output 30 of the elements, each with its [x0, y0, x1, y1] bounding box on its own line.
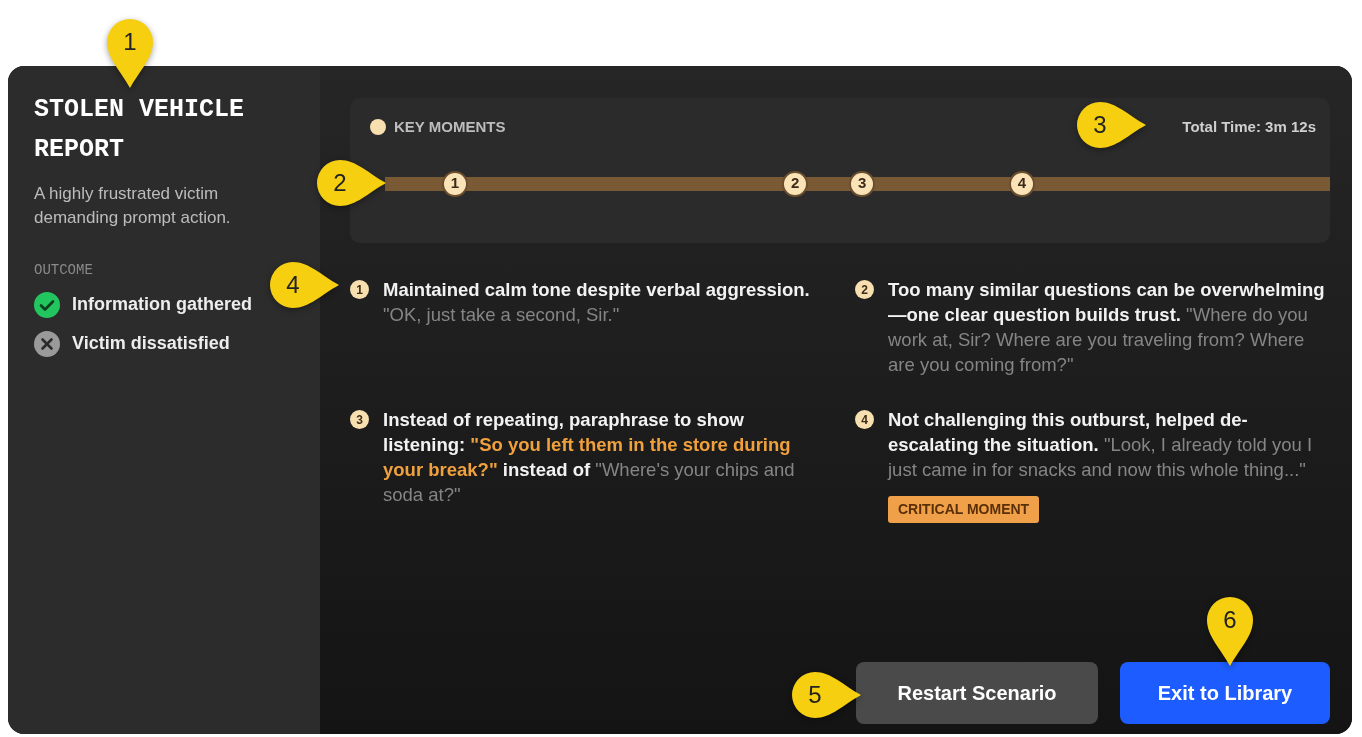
cross-icon	[34, 330, 60, 357]
moment-number: 1	[350, 280, 369, 299]
moment-number: 2	[855, 280, 874, 299]
callout-pin: 1	[106, 18, 154, 90]
moment-number: 3	[350, 410, 369, 429]
total-time: Total Time: 3m 12s	[1182, 117, 1316, 137]
check-icon	[34, 291, 60, 318]
timeline-marker[interactable]: 4	[1008, 170, 1035, 197]
moment-note: Too many similar questions can be overwhelming—one clear question builds trust. "Where do you work at, Sir? Where are you traveling from? Where are you coming from?"	[888, 278, 1326, 377]
critical-badge: CRITICAL MOMENT	[888, 496, 1040, 523]
outcome-label: Information gathered	[72, 293, 252, 316]
restart-button[interactable]: Restart Scenario	[856, 662, 1098, 724]
timeline-marker[interactable]: 3	[849, 170, 876, 197]
timeline-marker[interactable]: 2	[782, 170, 809, 197]
exit-button[interactable]: Exit to Library	[1120, 662, 1330, 724]
callout-pin: 3	[1076, 101, 1148, 149]
scenario-description: A highly frustrated victim demanding prompt action.	[34, 183, 232, 229]
outcome-heading: OUTCOME	[34, 261, 94, 280]
timeline-heading: KEY MOMENTS	[394, 117, 506, 137]
callout-pin: 6	[1206, 596, 1254, 668]
outcome-label: Victim dissatisfied	[72, 332, 230, 355]
moment-note: Not challenging this outburst, helped de-escalating the situation. "Look, I already told you I just came in for snacks and now this whole thing..."	[888, 408, 1314, 482]
callout-pin: 4	[269, 261, 341, 309]
moment-number: 4	[855, 410, 874, 429]
scenario-title: STOLEN VEHICLE REPORT	[34, 94, 246, 166]
callout-pin: 5	[791, 671, 863, 719]
callout-pin: 2	[316, 159, 388, 207]
moment-note: Maintained calm tone despite verbal aggression. "OK, just take a second, Sir."	[383, 278, 811, 327]
moment-note: Instead of repeating, paraphrase to show listening: "So you left them in the store during your break?" instead of "Where's your chips and soda at?"	[383, 408, 796, 507]
timeline-marker[interactable]: 1	[441, 170, 468, 197]
